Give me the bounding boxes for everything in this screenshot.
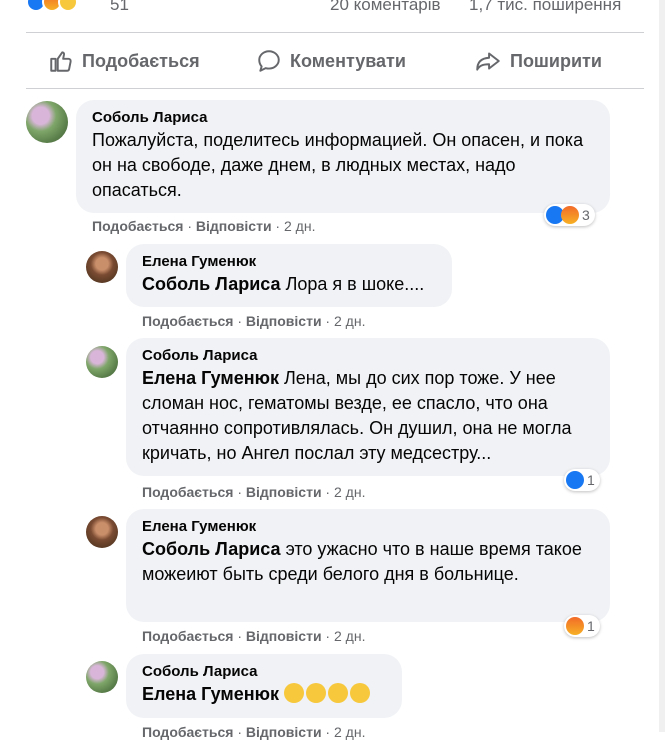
wow-reaction-icon — [58, 0, 78, 12]
comment-meta: Подобається · Відповісти · 2 дн. — [142, 484, 366, 500]
comment-text: Пожалуйста, поделитесь информацией. Он о… — [92, 130, 584, 200]
reply-link[interactable]: Відповісти — [246, 313, 322, 329]
thumbs-up-icon — [50, 51, 72, 72]
mention-tag[interactable]: Соболь Лариса — [142, 274, 281, 294]
avatar[interactable] — [86, 516, 118, 548]
avatar[interactable] — [86, 251, 118, 283]
comment-time[interactable]: 2 дн. — [334, 724, 365, 740]
comments-count[interactable]: 20 коментарів — [330, 0, 441, 15]
mention-tag[interactable]: Елена Гуменюк — [142, 684, 279, 704]
comment-bubble: Соболь Лариса Елена Гуменюк — [126, 654, 402, 718]
comment-bubble: Елена Гуменюк Соболь Лариса это ужасно ч… — [126, 509, 610, 622]
like-link[interactable]: Подобається — [92, 218, 183, 234]
comment-action-label: Коментувати — [290, 50, 406, 71]
avatar[interactable] — [26, 101, 68, 143]
rolling-eyes-emoji-icon — [305, 683, 326, 703]
like-link[interactable]: Подобається — [142, 484, 233, 500]
like-reaction-icon — [566, 471, 584, 489]
comment-author[interactable]: Елена Гуменюк — [142, 517, 596, 537]
speech-bubble-icon — [258, 50, 280, 72]
share-action-label: Поширити — [510, 50, 602, 71]
rolling-eyes-emoji-icon — [327, 683, 348, 703]
comment-reactions-badge[interactable]: 1 — [564, 469, 600, 491]
share-action-button[interactable]: Поширити — [474, 48, 602, 74]
comment-author[interactable]: Елена Гуменюк — [142, 252, 438, 272]
reaction-count: 3 — [582, 207, 590, 223]
like-link[interactable]: Подобається — [142, 724, 233, 740]
rolling-eyes-emoji-icon — [283, 683, 304, 703]
post-stats-bar: 51 20 коментарів 1,7 тис. поширення — [0, 0, 665, 22]
shares-count[interactable]: 1,7 тис. поширення — [469, 0, 621, 15]
angry-reaction-icon — [566, 617, 584, 635]
reaction-count: 1 — [587, 618, 595, 634]
like-action-button[interactable]: Подобається — [48, 48, 200, 74]
comment-bubble: Елена Гуменюк Соболь Лариса Лора я в шок… — [126, 244, 452, 307]
comment-bubble: Соболь Лариса Елена Гуменюк Лена, мы до … — [126, 338, 610, 476]
share-arrow-icon — [476, 52, 500, 71]
mention-tag[interactable]: Соболь Лариса — [142, 539, 281, 559]
reply-link[interactable]: Відповісти — [196, 218, 272, 234]
comment-author[interactable]: Соболь Лариса — [142, 346, 596, 366]
reply-link[interactable]: Відповісти — [246, 628, 322, 644]
reply-link[interactable]: Відповісти — [246, 724, 322, 740]
comment-author[interactable]: Соболь Лариса — [142, 662, 388, 682]
comment-reactions-badge[interactable]: 1 — [564, 615, 600, 637]
comment-meta: Подобається · Відповісти · 2 дн. — [92, 218, 316, 234]
like-action-label: Подобається — [82, 50, 200, 71]
comment-time[interactable]: 2 дн. — [334, 484, 365, 500]
comment-bubble: Соболь Лариса Пожалуйста, поделитесь инф… — [76, 100, 610, 213]
divider-top — [26, 32, 644, 33]
comment-author[interactable]: Соболь Лариса — [92, 108, 596, 128]
reaction-count[interactable]: 51 — [110, 0, 129, 15]
comment-meta: Подобається · Відповісти · 2 дн. — [142, 313, 366, 329]
comment-time[interactable]: 2 дн. — [334, 628, 365, 644]
mention-tag[interactable]: Елена Гуменюк — [142, 368, 279, 388]
comment-time[interactable]: 2 дн. — [334, 313, 365, 329]
avatar[interactable] — [86, 661, 118, 693]
comment-meta: Подобається · Відповісти · 2 дн. — [142, 724, 366, 740]
comment-text: Лора я в шоке.... — [285, 274, 425, 294]
comment-reactions-badge[interactable]: 3 — [544, 204, 595, 226]
angry-reaction-icon — [561, 206, 579, 224]
like-link[interactable]: Подобається — [142, 628, 233, 644]
comment-action-button[interactable]: Коментувати — [256, 48, 406, 74]
comment-meta: Подобається · Відповісти · 2 дн. — [142, 628, 366, 644]
avatar[interactable] — [86, 346, 118, 378]
sad-face-emoji-icon — [349, 683, 370, 703]
comment-time[interactable]: 2 дн. — [284, 218, 315, 234]
reaction-count: 1 — [587, 472, 595, 488]
scrollbar[interactable] — [659, 0, 665, 732]
reaction-summary[interactable] — [26, 0, 106, 16]
reply-link[interactable]: Відповісти — [246, 484, 322, 500]
divider-bottom — [26, 88, 644, 89]
like-link[interactable]: Подобається — [142, 313, 233, 329]
